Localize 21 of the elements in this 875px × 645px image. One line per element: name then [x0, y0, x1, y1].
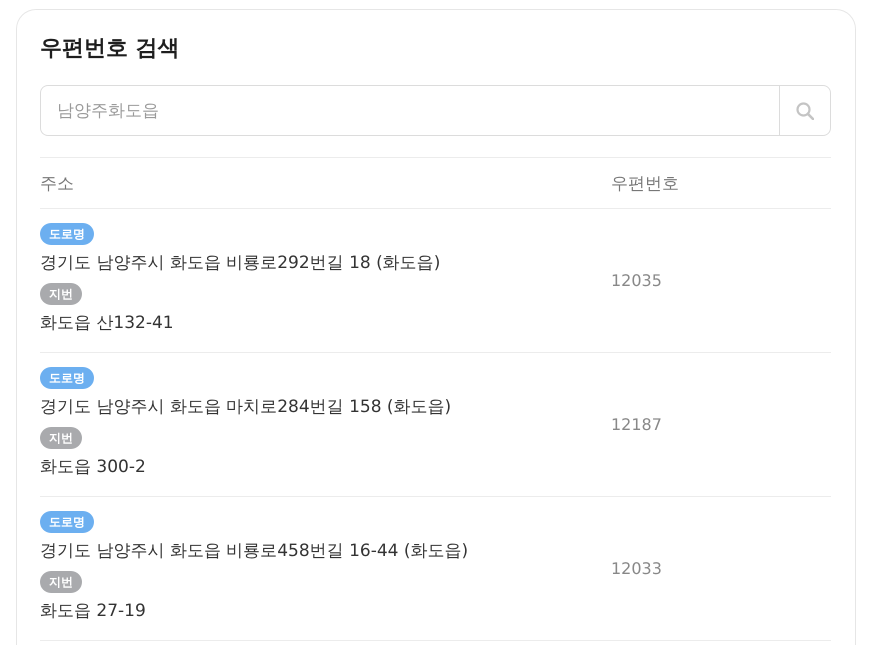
postcode-text: 12187 [611, 414, 662, 434]
search-button[interactable] [779, 85, 831, 136]
address-text: 경기도 남양주시 화도읍 비룡로458번길 16-44 (화도읍) [40, 540, 468, 563]
address-type-tag: 지번 [40, 571, 82, 593]
address-text: 경기도 남양주시 화도읍 비룡로292번길 18 (화도읍) [40, 252, 440, 275]
address-type-tag: 지번 [40, 283, 82, 305]
card-title: 우편번호 검색 [40, 35, 181, 63]
address-type-tag: 도로명 [40, 223, 94, 245]
search-icon [796, 102, 814, 120]
postcode-text: 12035 [611, 270, 662, 290]
postcode-text: 12033 [611, 558, 662, 578]
address-type-tag: 도로명 [40, 511, 94, 533]
search-field[interactable]: 남양주화도읍 [40, 85, 779, 136]
address-text: 화도읍 300-2 [40, 456, 146, 479]
column-header: 주소 [40, 172, 75, 194]
address-text: 경기도 남양주시 화도읍 마치로284번길 158 (화도읍) [40, 396, 452, 419]
address-text: 화도읍 산132-41 [40, 312, 174, 335]
address-text: 화도읍 27-19 [40, 600, 146, 623]
address-type-tag: 도로명 [40, 367, 94, 389]
address-type-tag: 지번 [40, 427, 82, 449]
column-header: 우편번호 [611, 172, 679, 194]
